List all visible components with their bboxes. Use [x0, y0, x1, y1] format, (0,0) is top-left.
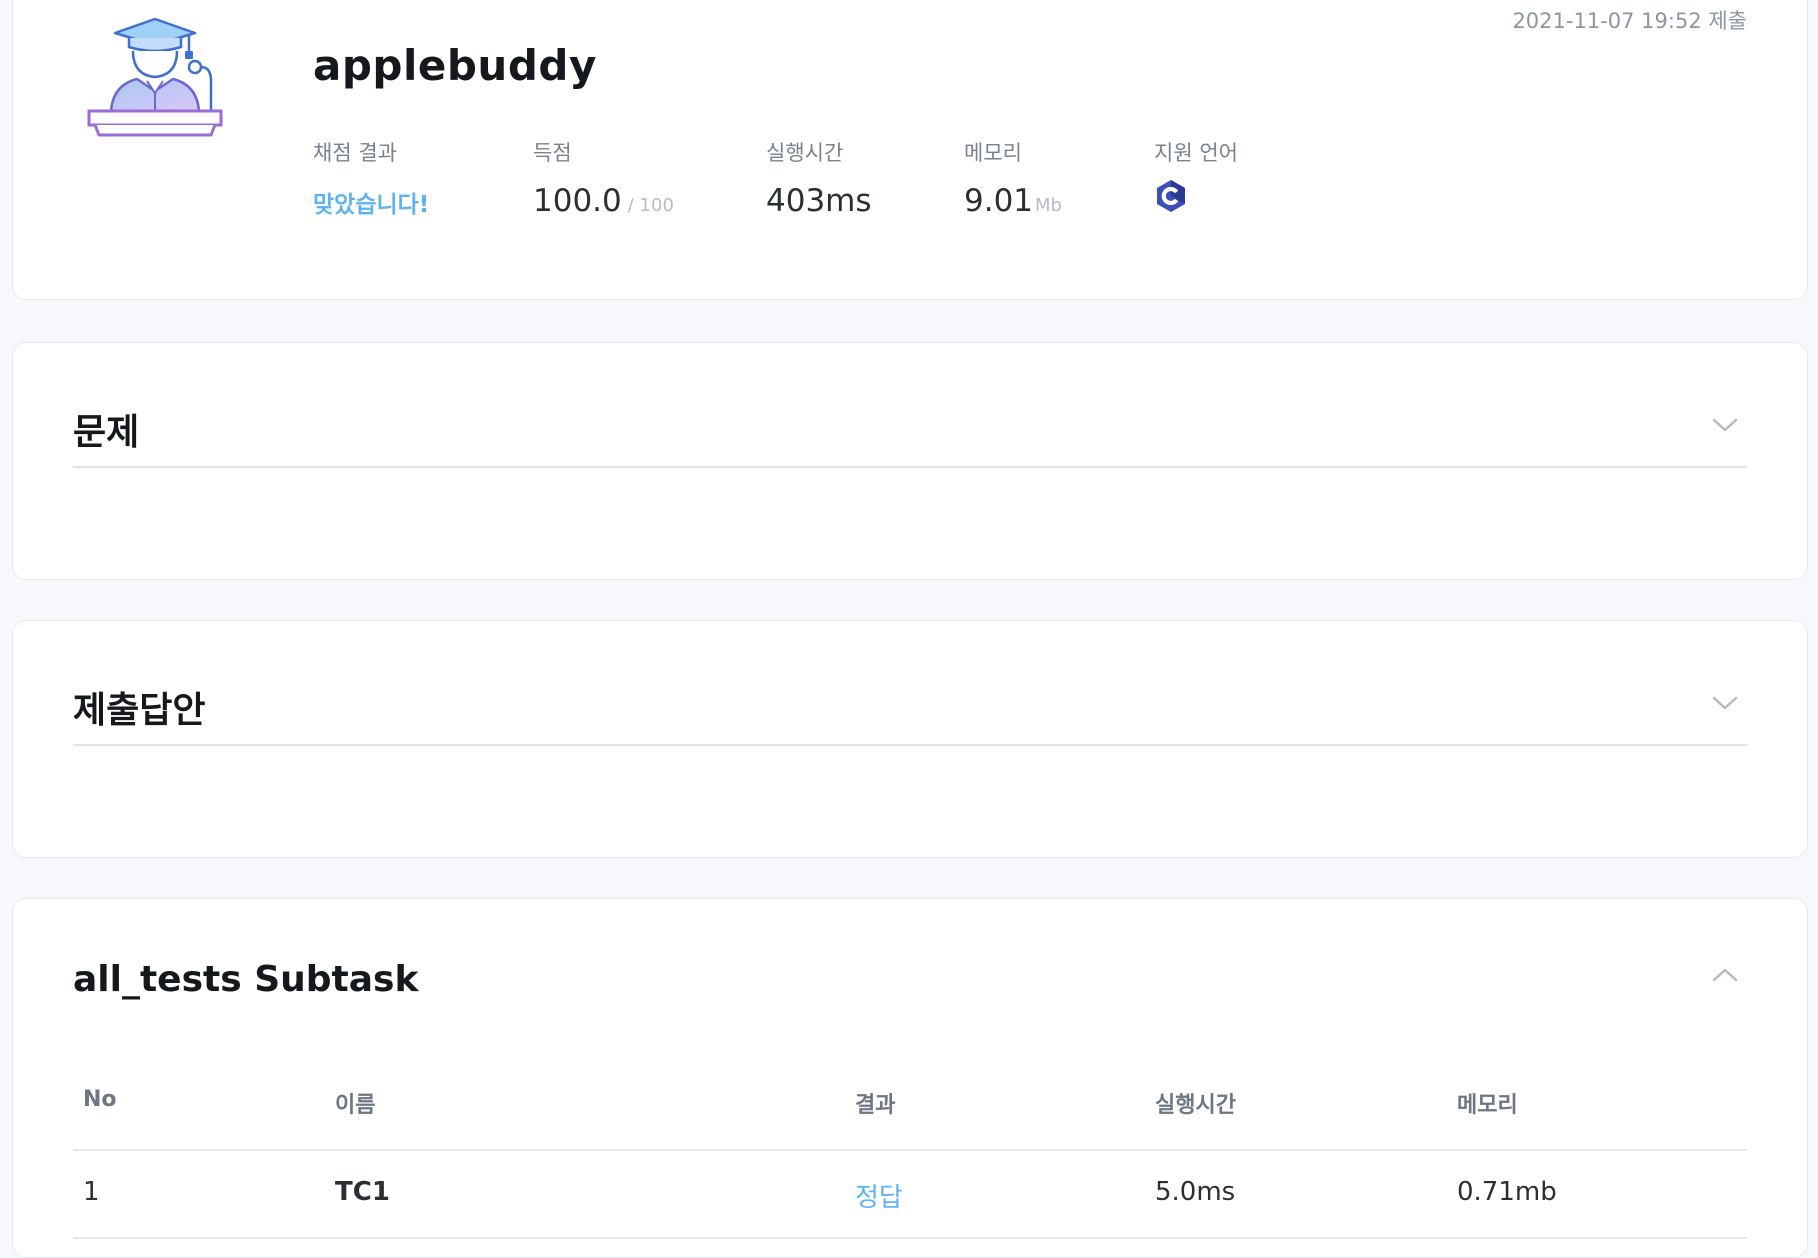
stat-language: 지원 언어: [1154, 137, 1238, 217]
stat-time-label: 실행시간: [766, 141, 844, 165]
cell-time: 5.0ms: [1155, 1177, 1236, 1207]
stat-score-value-wrap: 100.0/ 100: [533, 183, 674, 219]
graduate-lecturer-icon: [87, 17, 223, 137]
stat-memory: 메모리 9.01 Mb: [964, 137, 1062, 219]
stat-language-label: 지원 언어: [1154, 141, 1238, 165]
chevron-up-icon[interactable]: [1711, 967, 1739, 983]
username: applebuddy: [313, 41, 597, 90]
subtask-section: all_tests Subtask No 이름 결과 실행시간 메모리 1 TC…: [12, 898, 1808, 1258]
section-divider: [73, 466, 1747, 468]
stat-memory-value: 9.01: [964, 183, 1034, 219]
section-divider: [73, 744, 1747, 746]
stat-memory-value-wrap: 9.01 Mb: [964, 183, 1062, 219]
column-header-result: 결과: [855, 1093, 896, 1118]
problem-section: 문제: [12, 342, 1808, 580]
cell-result: 정답: [855, 1183, 903, 1213]
submission-summary-card: 2021-11-07 19:52 제출 applebuddy 채점 결과 맞았습…: [12, 0, 1808, 300]
cell-name: TC1: [335, 1177, 390, 1207]
stat-time-value: 403ms: [766, 183, 872, 219]
column-header-no: No: [83, 1087, 117, 1112]
stat-result-value: 맞았습니다!: [313, 192, 430, 218]
stat-score: 득점 100.0/ 100: [533, 137, 674, 219]
chevron-down-icon[interactable]: [1711, 417, 1739, 433]
column-header-name: 이름: [335, 1093, 376, 1118]
table-header: No 이름 결과 실행시간 메모리: [73, 1075, 1747, 1151]
submitted-at: 2021-11-07 19:52 제출: [1512, 9, 1747, 33]
stat-score-label: 득점: [533, 141, 572, 165]
cell-memory: 0.71mb: [1457, 1177, 1557, 1207]
stat-score-value: 100.0: [533, 183, 622, 219]
subtask-results-table: No 이름 결과 실행시간 메모리 1 TC1 정답 5.0ms 0.71mb: [73, 1075, 1747, 1239]
stat-memory-unit: Mb: [1035, 195, 1062, 216]
stat-memory-label: 메모리: [964, 141, 1022, 165]
answer-section-title[interactable]: 제출답안: [73, 681, 205, 733]
column-header-memory: 메모리: [1457, 1093, 1518, 1118]
c-language-icon: [1157, 180, 1185, 212]
answer-section: 제출답안: [12, 620, 1808, 858]
stat-result-label: 채점 결과: [313, 141, 397, 165]
cell-no: 1: [83, 1177, 100, 1207]
stat-result: 채점 결과 맞았습니다!: [313, 137, 429, 219]
chevron-down-icon[interactable]: [1711, 695, 1739, 711]
problem-section-title[interactable]: 문제: [73, 403, 139, 455]
stat-score-max: / 100: [627, 195, 674, 216]
stat-time: 실행시간 403ms: [766, 137, 872, 219]
subtask-section-title[interactable]: all_tests Subtask: [73, 959, 418, 1000]
column-header-time: 실행시간: [1155, 1093, 1236, 1118]
